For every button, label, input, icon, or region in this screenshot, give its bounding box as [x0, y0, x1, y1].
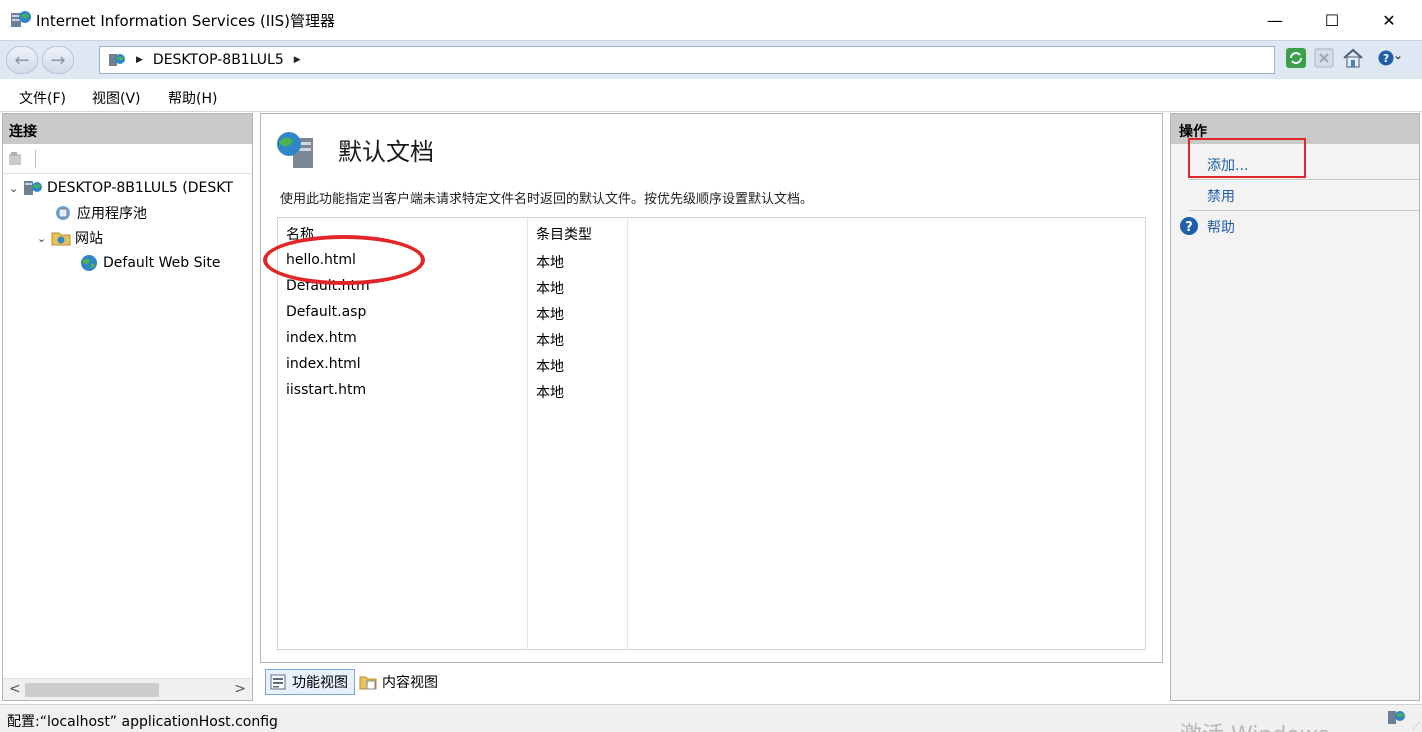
back-arrow-icon: ←	[14, 49, 30, 71]
address-bar[interactable]: ▶ DESKTOP-8B1LUL5 ▶	[99, 46, 1275, 74]
default-document-icon	[277, 132, 313, 168]
breadcrumb-separator-icon[interactable]: ▶	[294, 55, 301, 65]
tree-item-label: Default Web Site	[103, 255, 221, 271]
tab-content-view[interactable]: 内容视图	[355, 669, 445, 695]
tree-item-label: 网站	[75, 231, 103, 247]
breadcrumb-item-server[interactable]: DESKTOP-8B1LUL5	[153, 52, 284, 68]
connections-toolbar	[3, 144, 252, 174]
page-title: 默认文档	[338, 138, 434, 166]
stop-icon[interactable]	[1312, 46, 1336, 70]
tree-item-default-web-site[interactable]: Default Web Site	[79, 251, 220, 275]
help-icon: ?	[1180, 217, 1198, 235]
collapse-chevron-icon[interactable]: ⌄	[9, 182, 23, 195]
help-action-link[interactable]: 帮助	[1207, 217, 1235, 237]
cell-name: Default.htm	[286, 278, 370, 294]
connections-panel: 连接 ⌄ DESKTOP-8B1LUL5 (DESKT 应用程序池 ⌄ 网站 D…	[2, 113, 253, 701]
view-tabs: 功能视图 内容视图	[265, 669, 445, 695]
cell-name: Default.asp	[286, 304, 367, 320]
tab-label: 内容视图	[382, 675, 438, 691]
back-button[interactable]: ←	[6, 46, 38, 74]
close-button[interactable]: ✕	[1362, 0, 1416, 40]
cell-type: 本地	[536, 333, 564, 349]
cell-name: index.htm	[286, 330, 357, 346]
tree-item-server[interactable]: ⌄ DESKTOP-8B1LUL5 (DESKT	[9, 176, 233, 200]
default-documents-list: 名称 条目类型 hello.html 本地 Default.htm 本地 Def…	[277, 217, 1146, 650]
action-divider	[1189, 179, 1419, 180]
cell-type: 本地	[536, 281, 564, 297]
features-view-icon	[270, 674, 286, 690]
tree-item-sites[interactable]: ⌄ 网站	[37, 226, 103, 250]
table-row[interactable]: index.htm 本地	[278, 326, 1145, 352]
cell-type: 本地	[536, 359, 564, 375]
column-header-type[interactable]: 条目类型	[536, 224, 592, 244]
table-row[interactable]: Default.htm 本地	[278, 274, 1145, 300]
status-text: 配置:“localhost” applicationHost.config	[7, 714, 278, 730]
action-divider	[1189, 210, 1419, 211]
menu-help[interactable]: 帮助(H)	[168, 88, 217, 108]
app-pool-icon	[56, 206, 70, 220]
cell-type: 本地	[536, 385, 564, 401]
minimize-button[interactable]: —	[1248, 0, 1302, 40]
help-icon[interactable]: ?	[1377, 46, 1401, 70]
status-bar: 配置:“localhost” applicationHost.config 激活…	[0, 704, 1422, 732]
actions-panel: 操作 添加... 禁用 ? 帮助	[1170, 113, 1420, 701]
table-row[interactable]: iisstart.htm 本地	[278, 378, 1145, 404]
tree-item-label: 应用程序池	[77, 206, 147, 222]
server-icon	[109, 54, 125, 66]
svg-text:?: ?	[1185, 220, 1193, 235]
toolbar-divider	[35, 149, 36, 168]
resize-grip-icon[interactable]: ⋰	[1412, 721, 1420, 730]
column-header-name[interactable]: 名称	[286, 224, 314, 244]
window-title: Internet Information Services (IIS)管理器	[36, 12, 336, 30]
activation-watermark: 激活 Windows	[1180, 717, 1329, 732]
forward-arrow-icon: →	[50, 49, 66, 71]
home-icon[interactable]	[1341, 46, 1365, 70]
tree-item-app-pools[interactable]: 应用程序池	[53, 201, 147, 225]
navigation-bar: ← → ▶ DESKTOP-8B1LUL5 ▶ ?	[0, 40, 1422, 79]
disable-action-link[interactable]: 禁用	[1207, 186, 1235, 206]
server-status-icon	[1388, 711, 1405, 724]
cell-name: hello.html	[286, 252, 356, 268]
cell-type: 本地	[536, 255, 564, 271]
collapse-chevron-icon[interactable]: ⌄	[37, 232, 51, 245]
add-action-link[interactable]: 添加...	[1207, 155, 1248, 175]
title-bar: Internet Information Services (IIS)管理器 —…	[0, 0, 1422, 40]
cell-name: iisstart.htm	[286, 382, 367, 398]
content-view-icon	[359, 676, 377, 690]
horizontal-scrollbar[interactable]: < >	[3, 678, 252, 700]
table-row[interactable]: hello.html 本地	[278, 248, 1145, 274]
maximize-button[interactable]: ☐	[1305, 0, 1359, 40]
cell-name: index.html	[286, 356, 361, 372]
sites-folder-icon	[51, 232, 71, 246]
cell-type: 本地	[536, 307, 564, 323]
scroll-right-icon[interactable]: >	[234, 681, 246, 697]
connect-icon[interactable]	[7, 150, 27, 168]
scroll-left-icon[interactable]: <	[9, 681, 21, 697]
tab-label: 功能视图	[292, 675, 348, 691]
svg-text:?: ?	[1383, 53, 1389, 65]
globe-icon	[81, 255, 97, 271]
page-description: 使用此功能指定当客户端未请求特定文件名时返回的默认文件。按优先级顺序设置默认文档…	[280, 192, 814, 207]
table-row[interactable]: Default.asp 本地	[278, 300, 1145, 326]
tab-features-view[interactable]: 功能视图	[265, 669, 355, 695]
tree-item-label: DESKTOP-8B1LUL5 (DESKT	[47, 180, 233, 196]
connections-header: 连接	[3, 114, 252, 144]
breadcrumb-separator-icon: ▶	[136, 55, 143, 65]
actions-header: 操作	[1171, 114, 1419, 144]
refresh-icon[interactable]	[1284, 46, 1308, 70]
forward-button[interactable]: →	[42, 46, 74, 74]
server-icon	[24, 181, 42, 195]
menu-bar: 文件(F) 视图(V) 帮助(H)	[0, 80, 1422, 112]
feature-panel: 默认文档 使用此功能指定当客户端未请求特定文件名时返回的默认文件。按优先级顺序设…	[260, 113, 1163, 663]
iis-manager-icon	[11, 11, 31, 27]
menu-file[interactable]: 文件(F)	[19, 88, 66, 108]
menu-view[interactable]: 视图(V)	[92, 88, 141, 108]
scrollbar-thumb[interactable]	[25, 683, 159, 697]
table-row[interactable]: index.html 本地	[278, 352, 1145, 378]
